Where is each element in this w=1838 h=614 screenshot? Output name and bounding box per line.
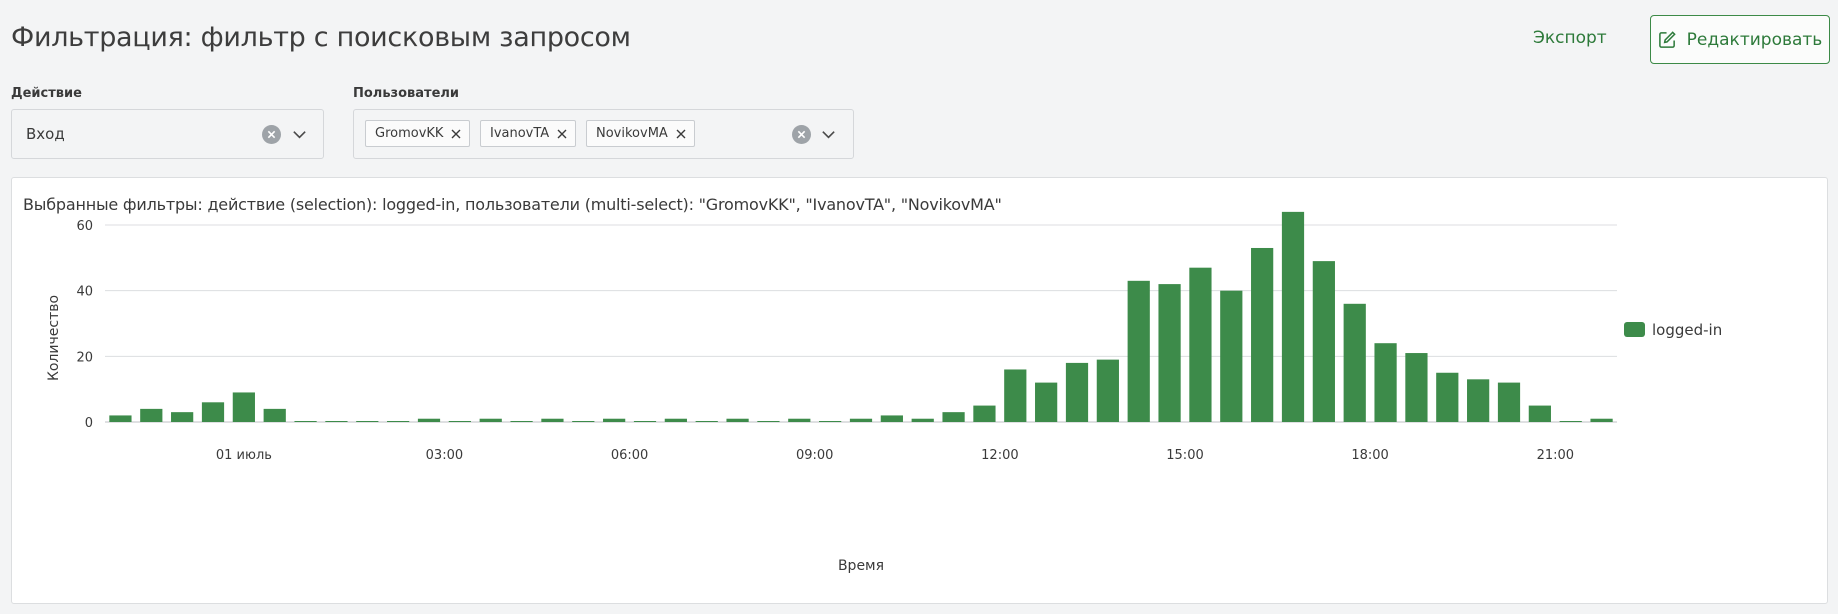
chart-bar[interactable]: [1096, 359, 1119, 422]
x-tick-label: 01 июль: [216, 448, 272, 463]
user-tag-label: GromovKK: [375, 126, 444, 141]
user-tag: IvanovTA: [480, 120, 577, 147]
bar-chart: 0 20 40 60 01 июль 03:00 06:00 09:00 12:00 15:00…: [46, 211, 1722, 574]
chart-bar[interactable]: [1065, 362, 1089, 422]
chart-panel: Выбранные фильтры: действие (selection):…: [11, 177, 1828, 604]
chart-bar[interactable]: [232, 392, 255, 422]
users-select[interactable]: GromovKK IvanovTA NovikovMA: [353, 109, 854, 159]
clear-icon[interactable]: [262, 125, 281, 144]
page-title: Фильтрация: фильтр с поисковым запросом: [11, 22, 631, 53]
chart-bar[interactable]: [1559, 421, 1582, 422]
chart-bar[interactable]: [140, 408, 163, 422]
action-select[interactable]: Вход: [11, 109, 324, 159]
x-tick-label: 21:00: [1537, 448, 1574, 463]
chart-bar[interactable]: [849, 418, 873, 422]
legend-swatch: [1624, 322, 1645, 337]
chart-bar[interactable]: [201, 402, 225, 422]
user-tag: GromovKK: [365, 120, 471, 147]
chart-bar[interactable]: [819, 421, 842, 422]
chart-bar[interactable]: [1127, 280, 1150, 422]
chart-bar[interactable]: [479, 418, 502, 422]
user-tag: NovikovMA: [586, 120, 695, 147]
chart-bar[interactable]: [1528, 405, 1551, 422]
action-label: Действие: [11, 86, 82, 101]
x-tick-label: 09:00: [796, 448, 833, 463]
chart-legend[interactable]: logged-in: [1624, 321, 1722, 339]
chevron-down-icon[interactable]: [291, 126, 308, 147]
chart-bar[interactable]: [263, 408, 286, 422]
edit-icon: [1658, 30, 1677, 49]
chart-bar[interactable]: [911, 418, 934, 422]
chart-bar[interactable]: [294, 421, 317, 422]
users-label: Пользователи: [353, 86, 460, 101]
chart-bar[interactable]: [1189, 267, 1212, 422]
x-axis-label: Время: [838, 558, 884, 574]
chart-bar[interactable]: [1374, 343, 1397, 422]
x-tick-label: 12:00: [981, 448, 1018, 463]
action-select-value: Вход: [26, 125, 65, 143]
y-tick-label: 20: [76, 350, 93, 365]
chart-bar[interactable]: [417, 418, 441, 422]
chart-bar[interactable]: [1312, 261, 1335, 422]
chart-bar[interactable]: [1497, 382, 1521, 422]
x-tick-label: 06:00: [611, 448, 648, 463]
chart-bar[interactable]: [633, 421, 657, 422]
chart-bar[interactable]: [1281, 211, 1305, 422]
x-tick-label: 15:00: [1166, 448, 1203, 463]
user-tag-label: IvanovTA: [490, 126, 550, 141]
chart-bar[interactable]: [880, 415, 903, 422]
chart-bar[interactable]: [572, 421, 595, 422]
x-tick-label: 18:00: [1351, 448, 1388, 463]
chart-bar[interactable]: [664, 418, 687, 422]
y-axis-label: Количество: [46, 295, 62, 381]
chart-bar[interactable]: [973, 405, 996, 422]
export-link[interactable]: Экспорт: [1533, 28, 1607, 48]
chart-bar[interactable]: [171, 412, 194, 422]
chart-bar[interactable]: [1436, 372, 1459, 422]
chart-bar[interactable]: [788, 418, 811, 422]
edit-button[interactable]: Редактировать: [1650, 15, 1830, 64]
legend-label: logged-in: [1652, 321, 1722, 339]
chart-bar[interactable]: [757, 421, 780, 422]
user-tag-label: NovikovMA: [596, 126, 668, 141]
remove-tag-icon[interactable]: [676, 129, 686, 139]
y-tick-label: 60: [76, 219, 93, 234]
chart-bar[interactable]: [448, 421, 471, 422]
clear-icon[interactable]: [792, 125, 811, 144]
chart-bar[interactable]: [726, 418, 749, 422]
chart-bar[interactable]: [1251, 247, 1274, 422]
edit-button-label: Редактировать: [1686, 29, 1823, 50]
chart-bar[interactable]: [1343, 303, 1366, 422]
chart-bar[interactable]: [1035, 382, 1058, 422]
chart-bar[interactable]: [1467, 379, 1490, 422]
x-tick-label: 03:00: [426, 448, 463, 463]
chart-bar[interactable]: [109, 415, 132, 422]
chart-bar[interactable]: [942, 412, 965, 422]
chart-bar[interactable]: [325, 421, 348, 422]
y-tick-label: 0: [85, 416, 93, 431]
chart-bar[interactable]: [603, 418, 626, 422]
chart-bar[interactable]: [510, 421, 533, 422]
chart-bar[interactable]: [541, 418, 564, 422]
remove-tag-icon[interactable]: [557, 129, 567, 139]
chart-bar[interactable]: [1590, 418, 1613, 422]
y-tick-label: 40: [76, 285, 93, 300]
chart-bar[interactable]: [356, 421, 379, 422]
chart-bar[interactable]: [1405, 353, 1428, 422]
remove-tag-icon[interactable]: [451, 129, 461, 139]
chart-bar[interactable]: [387, 421, 410, 422]
chart-bar[interactable]: [695, 421, 718, 422]
chart-bar[interactable]: [1220, 290, 1243, 422]
chart-bar[interactable]: [1004, 369, 1027, 422]
chart-bar[interactable]: [1158, 284, 1181, 422]
chevron-down-icon[interactable]: [820, 126, 837, 147]
